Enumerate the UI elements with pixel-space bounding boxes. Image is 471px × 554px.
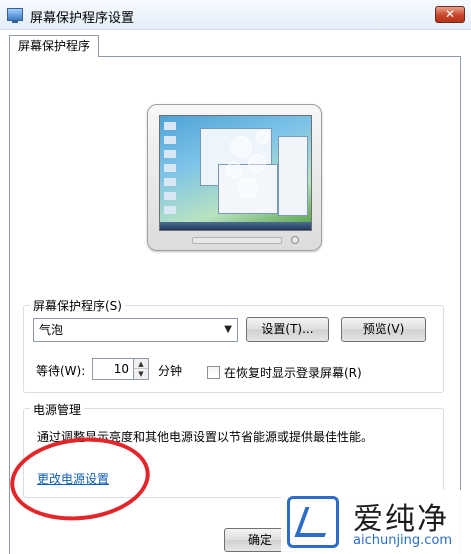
wait-minutes-input[interactable]: 10: [92, 358, 134, 380]
bubble-shape: [238, 178, 258, 198]
preview-taskbar: [160, 222, 311, 230]
bubble-shape: [230, 136, 252, 158]
power-led-icon: [291, 236, 299, 244]
resume-logon-checkbox[interactable]: [207, 366, 220, 379]
preview-window: [278, 136, 308, 216]
close-button[interactable]: ✕: [435, 6, 465, 23]
monitor-icon: [7, 8, 23, 23]
spin-up-icon[interactable]: ▲: [134, 359, 148, 369]
watermark: 爱纯净 aichunjing.com: [281, 490, 471, 554]
chevron-down-icon: ▼: [224, 324, 232, 335]
watermark-text: 爱纯净: [353, 502, 449, 537]
watermark-url: aichunjing.com: [353, 533, 453, 548]
title-bar: 屏幕保护程序设置 ✕: [0, 0, 471, 30]
bubble-shape: [226, 162, 242, 178]
spin-down-icon[interactable]: ▼: [134, 369, 148, 379]
wait-spinner[interactable]: ▲ ▼: [134, 358, 149, 380]
bubble-shape: [256, 130, 270, 144]
power-group-label: 电源管理: [30, 401, 85, 418]
minutes-label: 分钟: [158, 364, 183, 378]
bubble-shape: [248, 154, 266, 172]
monitor-bezel-bar: [192, 237, 282, 244]
watermark-logo-icon: [287, 496, 339, 548]
tab-screensaver[interactable]: 屏幕保护程序: [9, 35, 99, 57]
screensaver-group-label: 屏幕保护程序(S): [30, 297, 125, 314]
monitor-preview: [147, 104, 322, 251]
screensaver-select-value: 气泡: [39, 323, 64, 337]
window-title: 屏幕保护程序设置: [30, 11, 135, 26]
wait-label: 等待(W):: [36, 364, 86, 378]
resume-logon-label: 在恢复时显示登录屏幕(R): [224, 366, 362, 380]
settings-button[interactable]: 设置(T)...: [246, 317, 329, 342]
screensaver-select[interactable]: 气泡 ▼: [33, 318, 238, 342]
desktop-icons: [164, 122, 176, 218]
preview-screen: [159, 115, 312, 231]
preview-button[interactable]: 预览(V): [341, 317, 426, 342]
